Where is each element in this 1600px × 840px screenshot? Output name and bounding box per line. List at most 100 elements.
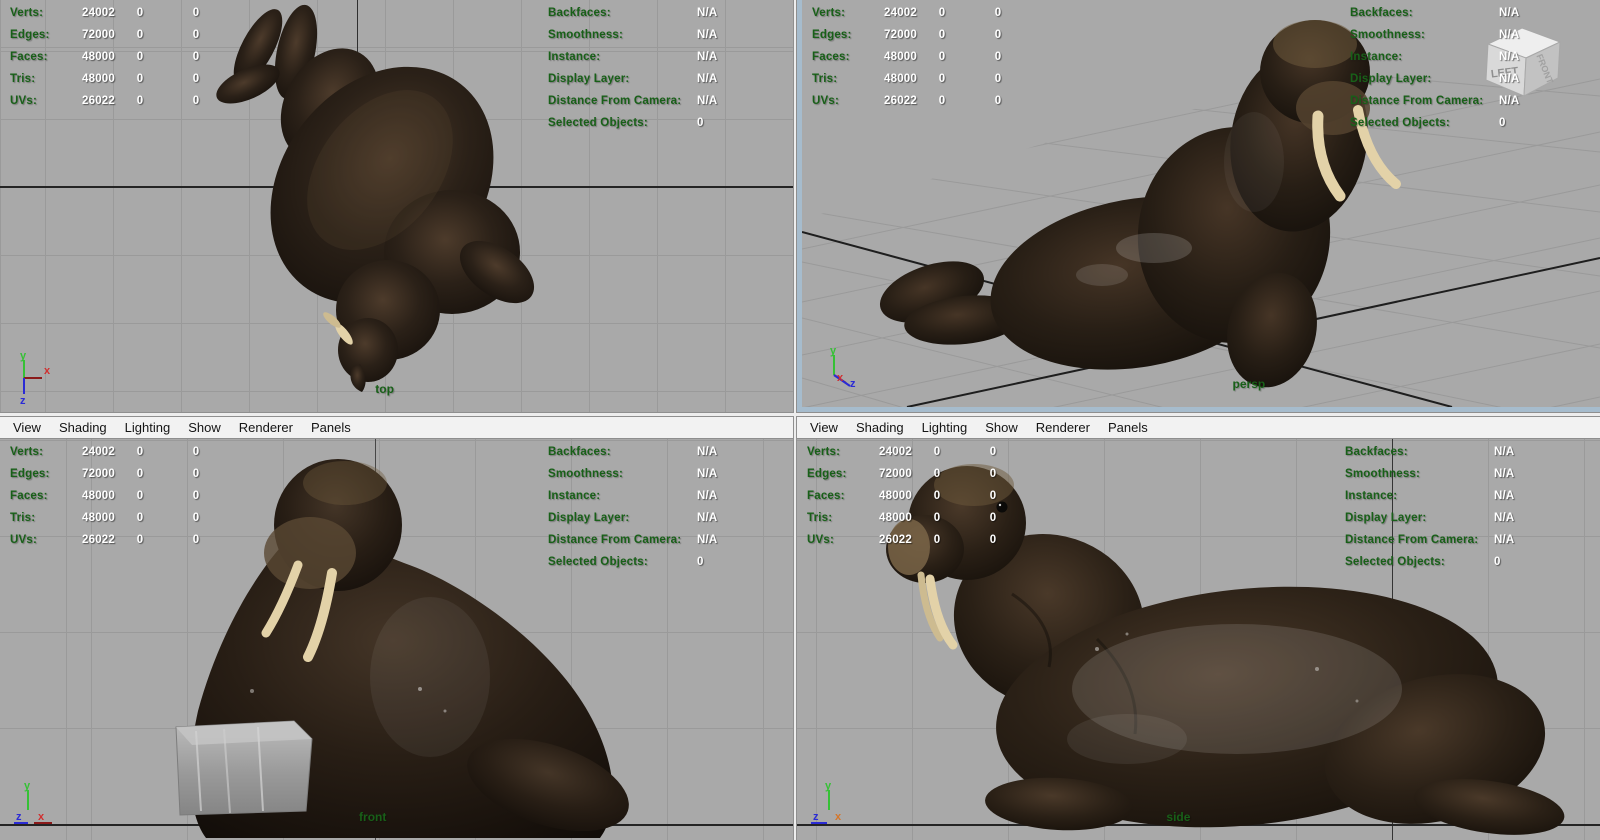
hud-value: 26022 [879,534,912,546]
head-crown [1273,20,1357,68]
axis-y-label: y [24,780,31,792]
menu-lighting[interactable]: Lighting [913,420,977,435]
hud-row: UVs: 26022 0 0 [812,90,1029,112]
hud-label: Display Layer: [1345,512,1427,524]
speckle [443,709,447,713]
hud-value: 0 [136,51,144,63]
speckle [250,689,254,693]
axis-x-label: x [835,811,842,823]
hud-value: 0 [989,512,997,524]
hud-value: 48000 [884,51,917,63]
hud-value: 0 [136,534,144,546]
muzzle [264,517,356,589]
hud-label: Instance: [1350,51,1403,63]
hud-value: 24002 [82,7,115,19]
menu-lighting[interactable]: Lighting [116,420,180,435]
viewport-front[interactable]: View Shading Lighting Show Renderer Panels [0,417,793,840]
hud-value: 24002 [884,7,917,19]
hud-row: Edges: 72000 0 0 [807,463,1024,485]
hud-label: Instance: [1345,490,1398,502]
hud-value: 0 [192,51,200,63]
axis-gizmo: y x z [830,345,856,390]
hud-value: 0 [933,490,941,502]
menu-shading[interactable]: Shading [847,420,913,435]
hud-row: Tris: 48000 0 0 [812,68,1029,90]
hud-value: 0 [938,7,946,19]
hud-value: 0 [192,73,200,85]
menu-panels[interactable]: Panels [1099,420,1157,435]
menu-shading[interactable]: Shading [50,420,116,435]
hud-label: Display Layer: [548,512,630,524]
hud-row: UVs: 26022 0 0 [807,529,1024,551]
axis-z-label: z [813,811,819,823]
hud-value: 0 [192,29,200,41]
hud-value: N/A [697,73,718,85]
axis-y-label: y [825,780,832,792]
panel-menubar: View Shading Lighting Show Renderer Panels [797,417,1600,439]
axis-y-label: y [830,345,837,357]
hud-value: 0 [989,468,997,480]
hud-value: 0 [136,29,144,41]
menu-panels[interactable]: Panels [302,420,360,435]
axis-z-label: z [850,378,856,390]
walrus-model-top[interactable] [211,1,545,392]
menu-show[interactable]: Show [179,420,230,435]
hud-value: 0 [192,512,200,524]
hud-row: Display Layer: N/A [548,68,717,90]
menu-view[interactable]: View [4,420,50,435]
axis-gizmo: y z x [811,780,842,824]
hud-value: 72000 [879,468,912,480]
hud-value: N/A [1494,468,1515,480]
hud-label: Display Layer: [1350,73,1432,85]
hud-value: N/A [697,7,718,19]
speckle [1315,667,1319,671]
hud-value: 0 [192,446,200,458]
sheen [1224,112,1284,212]
rock[interactable] [175,720,313,816]
hud-value: 0 [136,7,144,19]
hud-label: UVs: [10,534,38,546]
hud-poly-count: Verts: 24002 0 0 Edges: 72000 0 0 Faces: 48000 0 0 T… [807,441,1024,551]
hud-row: Display Layer: N/A [548,507,717,529]
hud-label: Tris: [10,512,36,524]
hud-value: 24002 [82,446,115,458]
menu-renderer[interactable]: Renderer [230,420,302,435]
hud-value: 0 [994,7,1002,19]
hud-label: Instance: [548,490,601,502]
hud-value: 0 [933,534,941,546]
hud-value: 0 [938,73,946,85]
viewport-top[interactable]: Verts: 24002 0 0 Edges: 72000 0 0 Faces: 48000 0 0 T… [0,0,793,412]
hud-label: Faces: [807,490,845,502]
hud-value: 0 [697,117,704,129]
hud-label: Display Layer: [548,73,630,85]
hud-value: 48000 [879,512,912,524]
viewport-side[interactable]: View Shading Lighting Show Renderer Panels [797,417,1600,840]
hud-value: N/A [1499,7,1520,19]
hud-value: 48000 [884,73,917,85]
hud-value: 0 [938,29,946,41]
hud-label: Distance From Camera: [548,95,682,107]
menu-show[interactable]: Show [976,420,1027,435]
axis-gizmo: y x z [20,350,51,404]
hud-value: 0 [994,29,1002,41]
hud-label: Edges: [812,29,852,41]
panel-menubar: View Shading Lighting Show Renderer Panels [0,417,793,439]
hud-label: Tris: [10,73,36,85]
hud-row: Distance From Camera: N/A [548,529,717,551]
hud-value: 48000 [82,490,115,502]
hud-value: 0 [1494,556,1501,568]
viewport-persp[interactable]: LEFT FRONT Verts: 24002 0 0 Edges: 72000 0 0 Fac… [797,0,1600,412]
hud-value: 0 [989,534,997,546]
hud-value: N/A [697,490,718,502]
menu-view[interactable]: View [801,420,847,435]
hud-label: Distance From Camera: [1350,95,1484,107]
menu-renderer[interactable]: Renderer [1027,420,1099,435]
axis-gizmo: y z x [14,780,52,824]
hud-poly-count: Verts: 24002 0 0 Edges: 72000 0 0 Faces: 48000 0 0 T… [10,441,227,551]
hud-label: Verts: [812,7,846,19]
hud-value: 0 [933,468,941,480]
hud-value: 48000 [879,490,912,502]
speckle [1125,632,1129,636]
hud-value: 72000 [82,29,115,41]
hud-label: Selected Objects: [548,556,648,568]
